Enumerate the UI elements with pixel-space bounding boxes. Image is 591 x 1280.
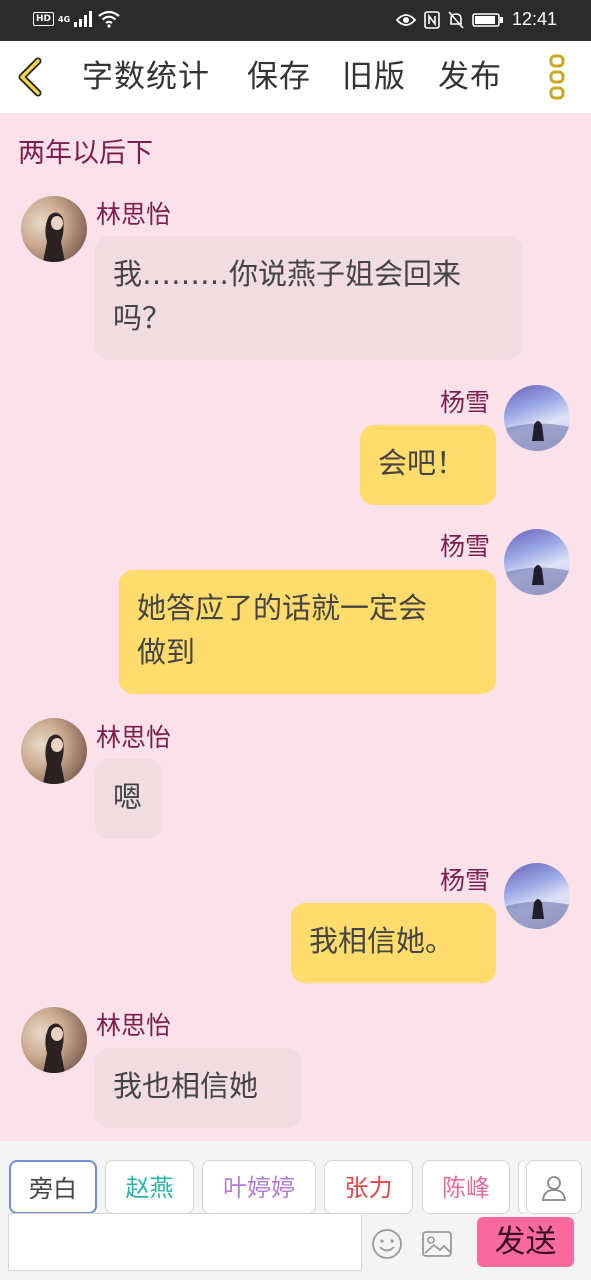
role-button-narrator[interactable]: 旁白 (9, 1160, 97, 1214)
message-bubble[interactable]: 会吧！ (360, 425, 496, 505)
save-button[interactable]: 保存 (247, 55, 311, 99)
avatar-portrait-icon (43, 734, 65, 784)
more-menu-button[interactable] (548, 53, 568, 101)
publish-button[interactable]: 发布 (438, 55, 502, 99)
avatar-portrait-icon (43, 212, 65, 262)
message-bubble[interactable]: 我相信她。 (291, 903, 496, 983)
hd-badge: HD (33, 12, 55, 26)
avatar-portrait-icon (504, 421, 570, 451)
speaker-name: 杨雪 (440, 866, 491, 895)
nfc-icon (424, 10, 440, 29)
word-count-button[interactable]: 字数统计 (82, 55, 210, 99)
role-button-chen-feng[interactable]: 陈峰 (422, 1160, 510, 1214)
image-icon (422, 1231, 452, 1257)
role-button-overflow[interactable] (518, 1160, 524, 1214)
speaker-name: 林思怡 (96, 723, 172, 752)
bottom-composer: 旁白 赵燕 叶婷婷 张力 陈峰 发送 (0, 1141, 591, 1280)
eye-icon (395, 13, 416, 26)
avatar-yang-xue[interactable] (504, 863, 570, 929)
role-button-zhang-li[interactable]: 张力 (324, 1160, 413, 1214)
speaker-name: 杨雪 (440, 532, 491, 561)
image-button[interactable] (421, 1228, 453, 1260)
message-bubble[interactable]: 嗯 (95, 759, 162, 839)
speaker-name: 林思怡 (96, 200, 172, 229)
signal-icon (74, 11, 93, 27)
role-button-ye-tingting[interactable]: 叶婷婷 (202, 1160, 316, 1214)
network-type-label: 4G (58, 14, 71, 24)
speaker-name: 杨雪 (440, 388, 491, 417)
role-button-zhao-yan[interactable]: 赵燕 (105, 1160, 194, 1214)
avatar-lin-siyi[interactable] (21, 718, 87, 784)
avatar-portrait-icon (504, 565, 570, 595)
avatar-yang-xue[interactable] (504, 385, 570, 451)
message-input[interactable] (8, 1213, 362, 1271)
speaker-name: 林思怡 (96, 1011, 172, 1040)
add-role-button[interactable] (526, 1160, 582, 1214)
mute-bell-icon (448, 10, 464, 29)
status-left: HD 4G (33, 10, 120, 28)
status-bar: HD 4G 12:41 (0, 0, 591, 41)
message-bubble[interactable]: 我………你说燕子姐会回来 吗？ (95, 236, 522, 360)
avatar-lin-siyi[interactable] (21, 196, 87, 262)
narration-text: 两年以后下 (18, 138, 153, 169)
avatar-lin-siyi[interactable] (21, 1007, 87, 1073)
smiley-icon (372, 1229, 402, 1259)
more-dots-icon (549, 54, 565, 100)
status-right: 12:41 (395, 9, 557, 30)
person-icon (542, 1176, 566, 1201)
message-bubble[interactable]: 她答应了的话就一定会 做到 (119, 570, 496, 694)
wifi-icon (98, 10, 120, 28)
avatar-portrait-icon (43, 1023, 65, 1073)
emoji-button[interactable] (371, 1228, 403, 1260)
chat-area[interactable]: 两年以后下 林思怡 我………你说燕子姐会回来 吗？ 杨雪 会吧！ 杨雪 她答应了… (0, 113, 591, 1141)
status-time: 12:41 (511, 9, 557, 29)
chevron-left-icon (18, 57, 42, 97)
avatar-portrait-icon (504, 899, 570, 929)
battery-icon (472, 12, 503, 27)
message-bubble[interactable]: 我也相信她 (95, 1048, 301, 1128)
send-button[interactable]: 发送 (477, 1217, 574, 1267)
top-nav-bar: 字数统计 保存 旧版 发布 (0, 41, 591, 113)
old-version-button[interactable]: 旧版 (342, 55, 406, 99)
back-button[interactable] (14, 55, 50, 99)
avatar-yang-xue[interactable] (504, 529, 570, 595)
